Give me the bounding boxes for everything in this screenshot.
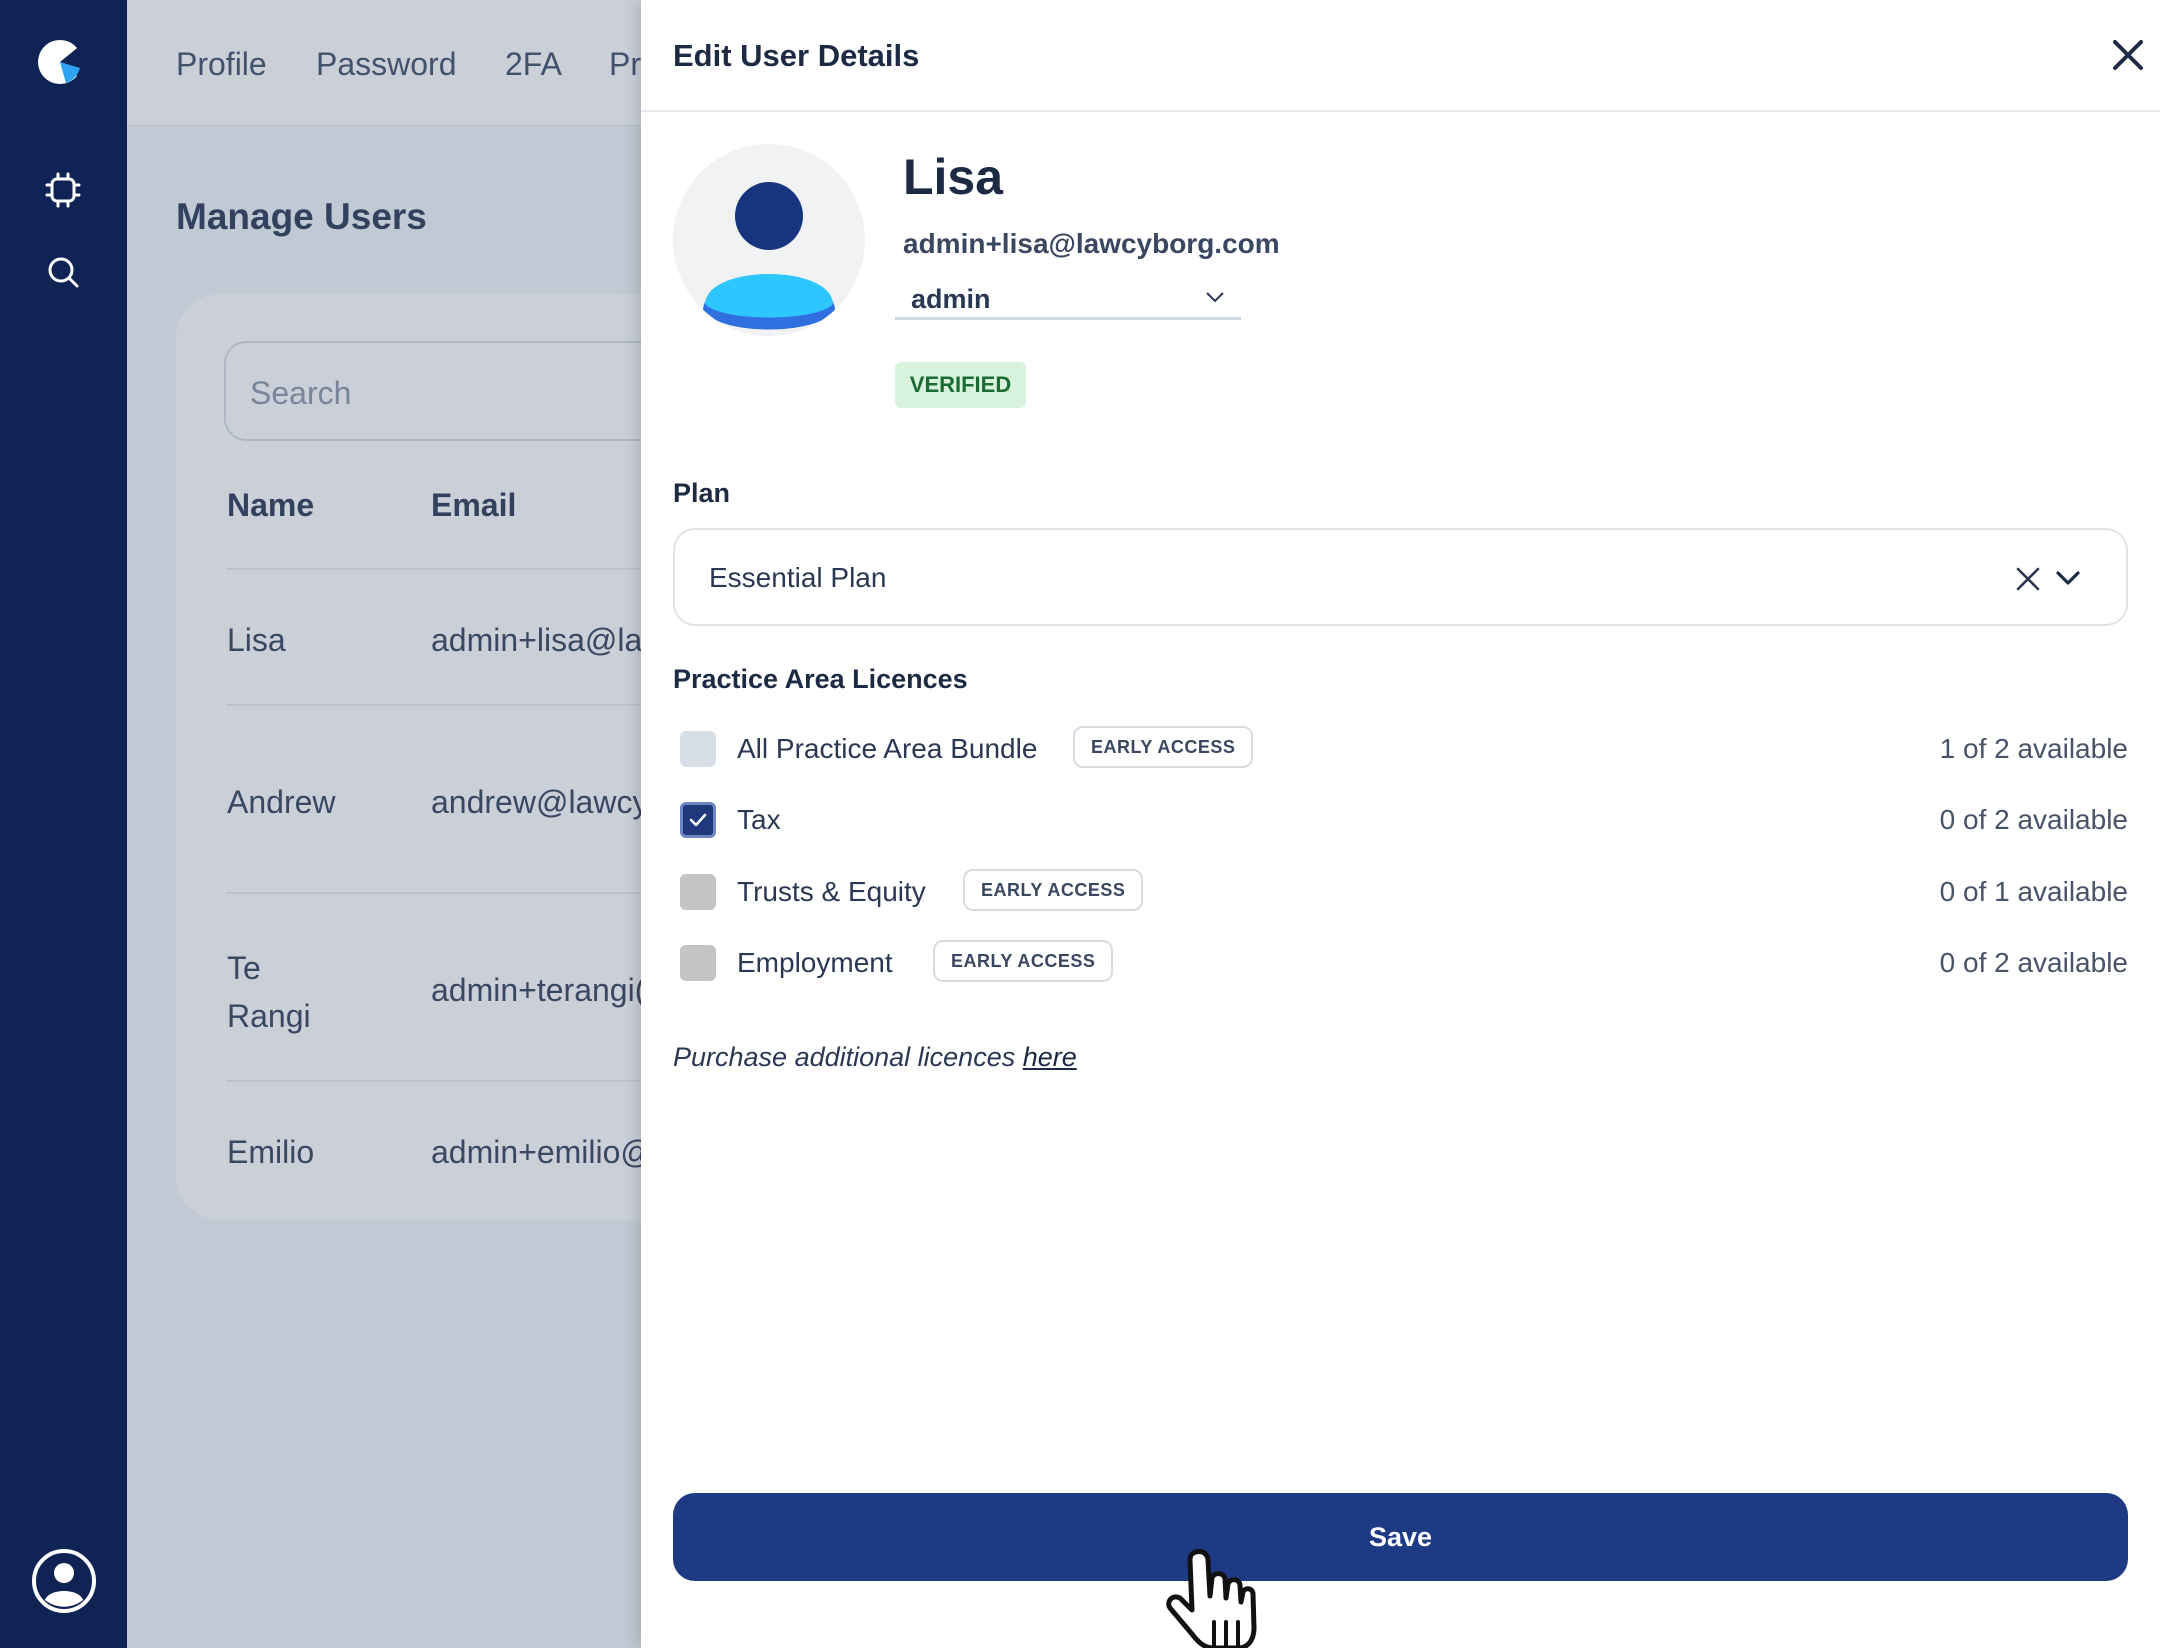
edit-user-drawer: Edit User Details Lisa admin+lisa@lawcyb… xyxy=(641,0,2160,1648)
purchase-licences-text: Purchase additional licences here xyxy=(673,1042,1077,1073)
licence-label: All Practice Area Bundle xyxy=(737,733,1038,764)
plan-label: Plan xyxy=(673,478,731,508)
person-icon xyxy=(703,182,835,330)
chevron-down-icon xyxy=(1206,292,1224,303)
purchase-text: Purchase additional licences xyxy=(673,1042,1023,1072)
save-button[interactable]: Save xyxy=(673,1493,2128,1581)
licence-checkbox[interactable] xyxy=(680,874,716,910)
user-email: admin+lisa@lawcyborg.com xyxy=(903,228,1280,259)
hand-cursor-icon xyxy=(1166,1549,1257,1648)
licence-row-bundle: All Practice Area Bundle EARLY ACCESS 1 … xyxy=(673,724,2128,774)
licence-row-tax: Tax 0 of 2 available xyxy=(673,795,2128,845)
plan-value: Essential Plan xyxy=(709,562,887,593)
licence-label: Employment xyxy=(737,947,893,978)
search-icon[interactable] xyxy=(43,252,83,292)
early-access-badge: EARLY ACCESS xyxy=(963,869,1144,911)
status-badge: VERIFIED xyxy=(895,362,1026,408)
modal-backdrop[interactable] xyxy=(127,0,641,1648)
licences-label: Practice Area Licences xyxy=(673,664,968,694)
early-access-badge: EARLY ACCESS xyxy=(1073,726,1254,768)
licence-label: Trusts & Equity xyxy=(737,876,926,907)
licence-availability: 0 of 2 available xyxy=(1939,804,2128,835)
drawer-header: Edit User Details xyxy=(641,0,2160,112)
licence-availability: 0 of 1 available xyxy=(1939,876,2128,907)
licence-label: Tax xyxy=(737,804,781,835)
close-icon[interactable] xyxy=(2109,36,2147,74)
plan-select[interactable]: Essential Plan xyxy=(673,528,2128,626)
app-logo[interactable] xyxy=(36,38,84,86)
purchase-link[interactable]: here xyxy=(1023,1042,1077,1072)
chevron-down-icon[interactable] xyxy=(2055,568,2081,588)
drawer-title: Edit User Details xyxy=(673,38,920,73)
user-name: Lisa xyxy=(903,149,1004,205)
early-access-badge: EARLY ACCESS xyxy=(933,940,1114,982)
left-rail xyxy=(0,0,127,1648)
account-icon[interactable] xyxy=(31,1548,97,1614)
licence-availability: 0 of 2 available xyxy=(1939,947,2128,978)
licence-checkbox[interactable] xyxy=(680,945,716,981)
licence-checkbox[interactable] xyxy=(680,731,716,767)
licence-checkbox[interactable] xyxy=(680,802,716,838)
chip-icon[interactable] xyxy=(43,170,83,210)
role-value: admin xyxy=(911,284,991,314)
clear-icon[interactable] xyxy=(2015,566,2041,592)
licence-availability: 1 of 2 available xyxy=(1939,733,2128,764)
licence-row-employment: Employment EARLY ACCESS 0 of 2 available xyxy=(673,938,2128,988)
user-avatar xyxy=(673,144,865,336)
role-select[interactable]: admin xyxy=(895,276,1241,320)
licence-row-trusts: Trusts & Equity EARLY ACCESS 0 of 1 avai… xyxy=(673,867,2128,917)
checkmark-icon xyxy=(689,813,707,827)
